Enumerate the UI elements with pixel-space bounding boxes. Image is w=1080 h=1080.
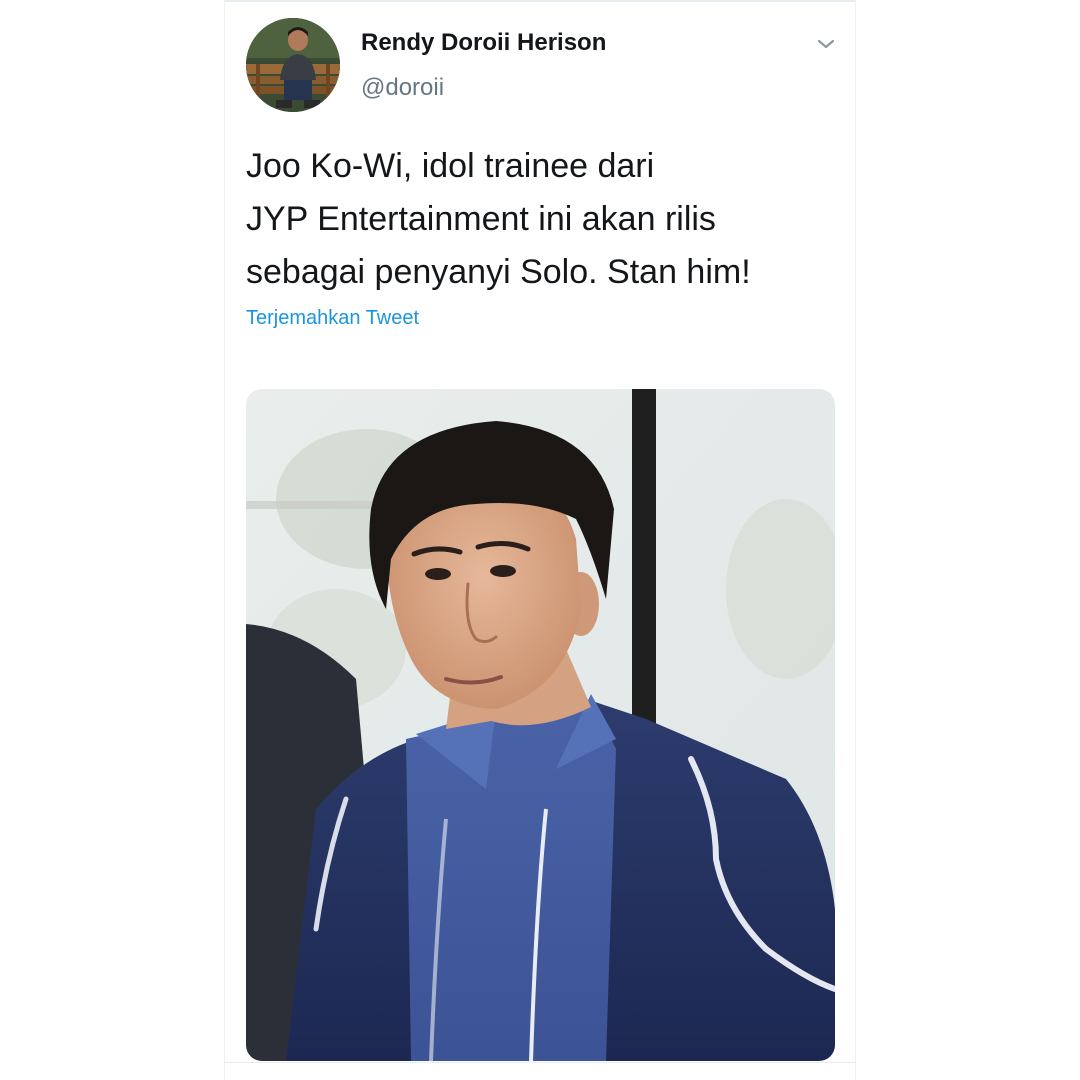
tweet-photo[interactable] [246,389,835,1061]
avatar-photo [246,18,340,112]
tweet-text-line: sebagai penyanyi Solo. Stan him! [246,253,751,291]
user-handle[interactable]: @doroii [361,74,444,102]
tweet-text-line: Joo Ko-Wi, idol trainee dari [246,147,655,185]
display-name[interactable]: Rendy Doroii Herison [361,29,606,57]
translate-tweet-link[interactable]: Terjemahkan Tweet [246,307,419,330]
avatar[interactable] [246,18,340,112]
tweet-text-line: JYP Entertainment ini akan rilis [246,200,716,238]
divider [224,1062,856,1063]
chevron-down-icon[interactable] [814,32,838,56]
tweet-text: Joo Ko-Wi, idol trainee dari JYP Enterta… [246,140,836,299]
portrait-photo [246,389,835,1061]
